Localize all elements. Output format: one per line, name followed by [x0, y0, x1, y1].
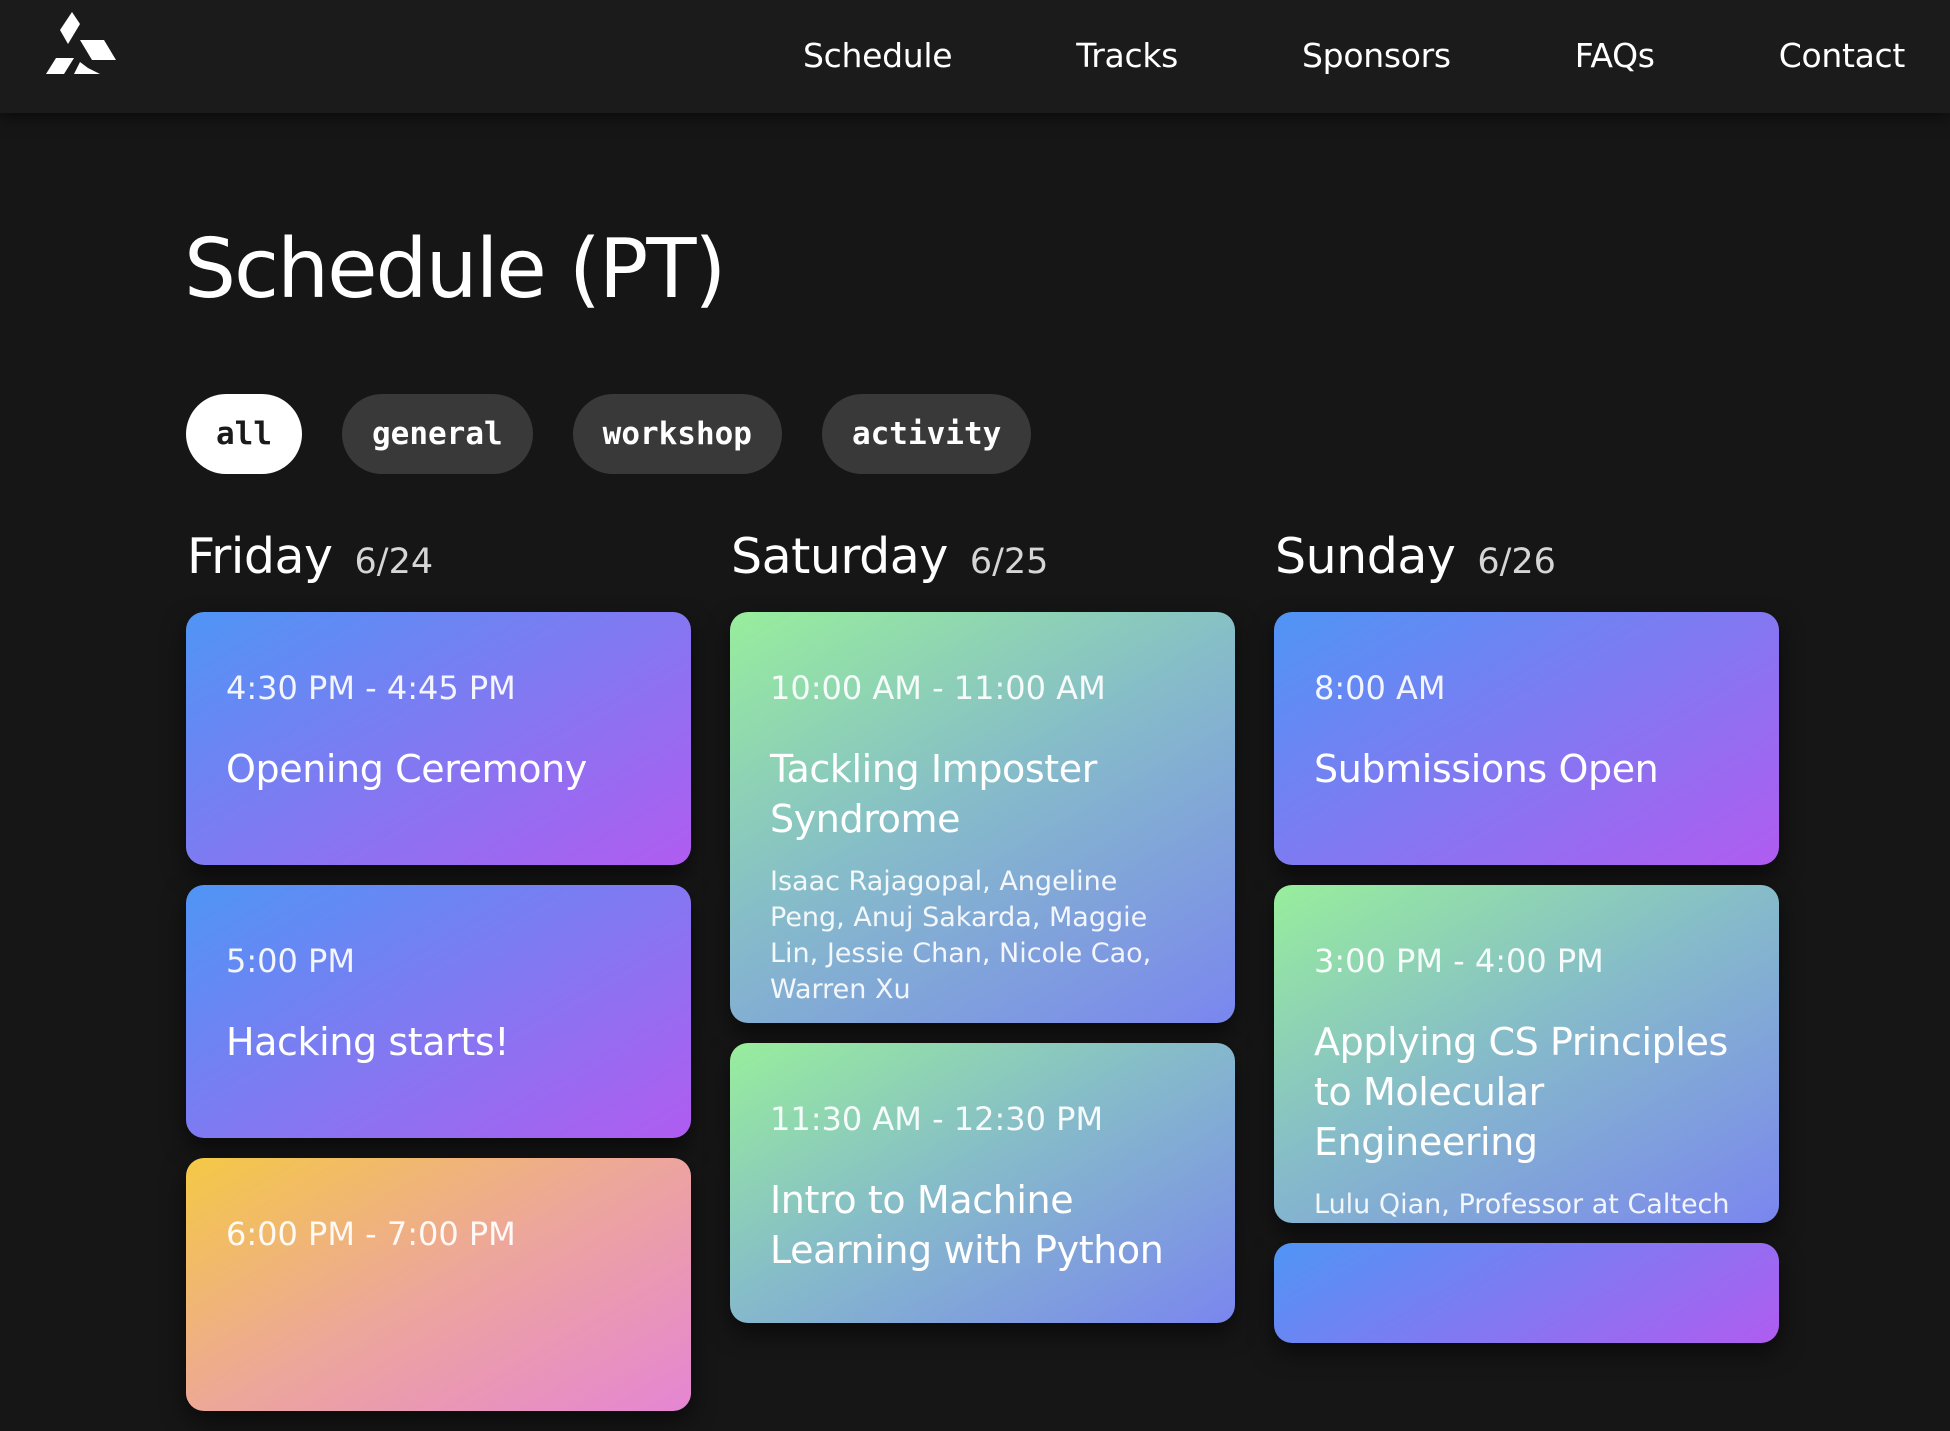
- event-title: Tackling Imposter Syndrome: [770, 747, 1097, 841]
- logo-icon[interactable]: [44, 12, 118, 76]
- day-name: Saturday: [731, 528, 948, 585]
- day-date: 6/25: [969, 542, 1049, 582]
- day-header: Sunday 6/26: [1274, 528, 1779, 612]
- event-time: 10:00 AM - 11:00 AM: [770, 669, 1106, 707]
- nav-link-sponsors[interactable]: Sponsors: [1302, 36, 1451, 75]
- event-title: Intro to Machine Learning with Python: [770, 1178, 1164, 1272]
- event-card[interactable]: 10:00 AM - 11:00 AM Tackling Imposter Sy…: [730, 612, 1235, 1023]
- top-navbar: Schedule Tracks Sponsors FAQs Contact: [0, 0, 1950, 113]
- day-column-sunday: Sunday 6/26 8:00 AM Submissions Open 3:0…: [1274, 528, 1779, 1363]
- event-title: Applying CS Principles to Molecular Engi…: [1314, 1020, 1728, 1164]
- event-time: 4:30 PM - 4:45 PM: [226, 669, 516, 707]
- event-title: Opening Ceremony: [226, 747, 587, 791]
- nav-link-schedule[interactable]: Schedule: [803, 36, 953, 75]
- day-column-saturday: Saturday 6/25 10:00 AM - 11:00 AM Tackli…: [730, 528, 1235, 1343]
- event-speakers: Isaac Rajagopal, Angeline Peng, Anuj Sak…: [770, 866, 1152, 1005]
- page-title: Schedule (PT): [184, 222, 726, 317]
- day-name: Friday: [187, 528, 333, 585]
- event-card[interactable]: 11:30 AM - 12:30 PM Intro to Machine Lea…: [730, 1043, 1235, 1323]
- day-header: Friday 6/24: [186, 528, 691, 612]
- event-time: 8:00 AM: [1314, 669, 1446, 707]
- filter-general[interactable]: general: [342, 394, 533, 474]
- event-time: 11:30 AM - 12:30 PM: [770, 1100, 1104, 1138]
- day-header: Saturday 6/25: [730, 528, 1235, 612]
- event-card[interactable]: 5:00 PM Hacking starts!: [186, 885, 691, 1138]
- event-time: 3:00 PM - 4:00 PM: [1314, 942, 1604, 980]
- filter-activity[interactable]: activity: [821, 394, 1032, 474]
- filter-workshop[interactable]: workshop: [572, 394, 782, 474]
- event-speakers: Lulu Qian, Professor at Caltech: [1314, 1189, 1730, 1220]
- nav-link-contact[interactable]: Contact: [1779, 36, 1906, 75]
- category-filters: all general workshop activity: [186, 394, 1071, 474]
- event-card[interactable]: 3:00 PM - 4:00 PM Applying CS Principles…: [1274, 885, 1779, 1223]
- event-card[interactable]: [1274, 1243, 1779, 1343]
- nav-links: Schedule Tracks Sponsors FAQs Contact: [679, 0, 1905, 110]
- filter-all[interactable]: all: [186, 394, 302, 474]
- event-card[interactable]: 6:00 PM - 7:00 PM: [186, 1158, 691, 1411]
- day-date: 6/24: [354, 542, 434, 582]
- day-date: 6/26: [1477, 542, 1556, 582]
- event-card[interactable]: 8:00 AM Submissions Open: [1274, 612, 1779, 865]
- nav-link-faqs[interactable]: FAQs: [1575, 36, 1655, 75]
- nav-link-tracks[interactable]: Tracks: [1076, 36, 1178, 75]
- event-title: Submissions Open: [1314, 747, 1659, 791]
- event-card[interactable]: 4:30 PM - 4:45 PM Opening Ceremony: [186, 612, 691, 865]
- day-name: Sunday: [1275, 528, 1456, 585]
- event-time: 6:00 PM - 7:00 PM: [226, 1215, 516, 1253]
- event-title: Hacking starts!: [226, 1020, 510, 1064]
- event-time: 5:00 PM: [226, 942, 355, 980]
- day-column-friday: Friday 6/24 4:30 PM - 4:45 PM Opening Ce…: [186, 528, 691, 1431]
